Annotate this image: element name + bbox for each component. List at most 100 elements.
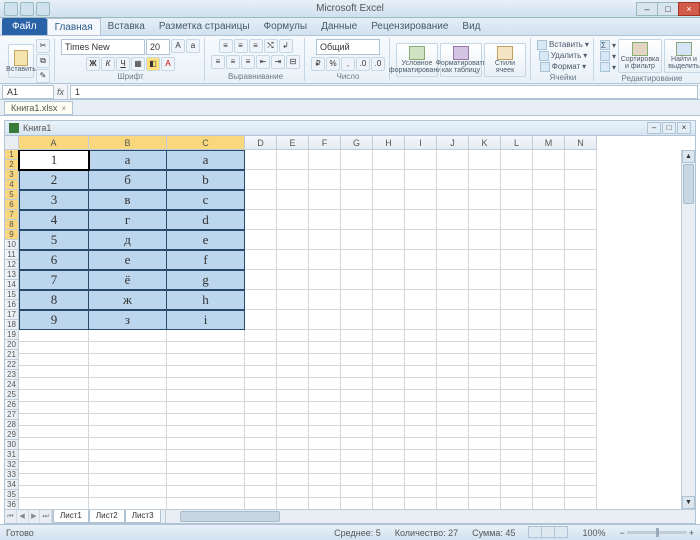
cell-A15[interactable]: [19, 390, 89, 402]
cell-N19[interactable]: [565, 438, 597, 450]
cell-D4[interactable]: [245, 210, 277, 230]
cell-L8[interactable]: [501, 290, 533, 310]
align-left-button[interactable]: ≡: [211, 55, 225, 69]
cell-L14[interactable]: [501, 378, 533, 390]
sheet-prev-button[interactable]: ◀: [17, 510, 29, 523]
autosum-button[interactable]: Σ ▾: [600, 40, 616, 51]
row-header-3[interactable]: 3: [5, 170, 19, 180]
cell-K9[interactable]: [469, 310, 501, 330]
cell-E17[interactable]: [277, 414, 309, 426]
col-header-K[interactable]: K: [469, 136, 501, 150]
cell-N7[interactable]: [565, 270, 597, 290]
cell-B8[interactable]: ж: [89, 290, 167, 310]
cell-A10[interactable]: [19, 330, 89, 342]
cell-L3[interactable]: [501, 190, 533, 210]
row-header-9[interactable]: 9: [5, 230, 19, 240]
cell-A22[interactable]: [19, 474, 89, 486]
cell-M1[interactable]: [533, 150, 565, 170]
close-button[interactable]: ×: [678, 2, 700, 16]
cell-J22[interactable]: [437, 474, 469, 486]
cell-J1[interactable]: [437, 150, 469, 170]
cell-B22[interactable]: [89, 474, 167, 486]
row-header-11[interactable]: 11: [5, 250, 19, 260]
delete-cells-button[interactable]: Удалить ▾: [539, 50, 588, 61]
cell-G1[interactable]: [341, 150, 373, 170]
align-center-button[interactable]: ≡: [226, 55, 240, 69]
cell-I15[interactable]: [405, 390, 437, 402]
cell-J18[interactable]: [437, 426, 469, 438]
cell-E1[interactable]: [277, 150, 309, 170]
cell-D23[interactable]: [245, 486, 277, 498]
cell-I9[interactable]: [405, 310, 437, 330]
cell-E18[interactable]: [277, 426, 309, 438]
qat-redo-icon[interactable]: [36, 2, 50, 16]
cell-C7[interactable]: g: [167, 270, 245, 290]
cell-L24[interactable]: [501, 498, 533, 509]
col-header-A[interactable]: A: [19, 136, 89, 150]
cell-H13[interactable]: [373, 366, 405, 378]
cell-C16[interactable]: [167, 402, 245, 414]
cell-N22[interactable]: [565, 474, 597, 486]
cell-C4[interactable]: d: [167, 210, 245, 230]
cell-L1[interactable]: [501, 150, 533, 170]
cell-J3[interactable]: [437, 190, 469, 210]
cell-J20[interactable]: [437, 450, 469, 462]
cell-I22[interactable]: [405, 474, 437, 486]
cell-F4[interactable]: [309, 210, 341, 230]
cell-D20[interactable]: [245, 450, 277, 462]
cell-I2[interactable]: [405, 170, 437, 190]
cell-N8[interactable]: [565, 290, 597, 310]
cell-G22[interactable]: [341, 474, 373, 486]
cell-I7[interactable]: [405, 270, 437, 290]
cell-L4[interactable]: [501, 210, 533, 230]
row-header-12[interactable]: 12: [5, 260, 19, 270]
cell-D10[interactable]: [245, 330, 277, 342]
ribbon-tab-2[interactable]: Разметка страницы: [152, 18, 257, 35]
ribbon-tab-5[interactable]: Рецензирование: [364, 18, 455, 35]
cell-N23[interactable]: [565, 486, 597, 498]
cell-A19[interactable]: [19, 438, 89, 450]
cell-G16[interactable]: [341, 402, 373, 414]
cell-D24[interactable]: [245, 498, 277, 509]
cell-H19[interactable]: [373, 438, 405, 450]
border-button[interactable]: ▦: [131, 57, 145, 71]
cell-G5[interactable]: [341, 230, 373, 250]
cell-L16[interactable]: [501, 402, 533, 414]
cell-K6[interactable]: [469, 250, 501, 270]
cell-I18[interactable]: [405, 426, 437, 438]
minimize-button[interactable]: –: [636, 2, 658, 16]
cell-E21[interactable]: [277, 462, 309, 474]
cell-N12[interactable]: [565, 354, 597, 366]
cell-K18[interactable]: [469, 426, 501, 438]
hscroll-thumb[interactable]: [180, 511, 280, 522]
cell-E14[interactable]: [277, 378, 309, 390]
insert-cells-button[interactable]: Вставить ▾: [537, 39, 589, 50]
col-header-I[interactable]: I: [405, 136, 437, 150]
cell-K3[interactable]: [469, 190, 501, 210]
cell-A24[interactable]: [19, 498, 89, 509]
row-header-14[interactable]: 14: [5, 280, 19, 290]
cell-H7[interactable]: [373, 270, 405, 290]
cell-H1[interactable]: [373, 150, 405, 170]
cell-J24[interactable]: [437, 498, 469, 509]
cell-F17[interactable]: [309, 414, 341, 426]
cell-I13[interactable]: [405, 366, 437, 378]
sheet-first-button[interactable]: ⏮: [5, 510, 17, 523]
row-header-19[interactable]: 19: [5, 330, 19, 340]
cell-D3[interactable]: [245, 190, 277, 210]
ribbon-tab-4[interactable]: Данные: [314, 18, 364, 35]
find-select-button[interactable]: Найти и выделить: [664, 39, 700, 73]
currency-button[interactable]: ₽: [311, 57, 325, 71]
cell-H18[interactable]: [373, 426, 405, 438]
bold-button[interactable]: Ж: [86, 57, 100, 71]
cell-G19[interactable]: [341, 438, 373, 450]
cell-I17[interactable]: [405, 414, 437, 426]
cell-D7[interactable]: [245, 270, 277, 290]
align-bottom-button[interactable]: ≡: [249, 39, 263, 53]
row-header-15[interactable]: 15: [5, 290, 19, 300]
cell-M8[interactable]: [533, 290, 565, 310]
row-header-10[interactable]: 10: [5, 240, 19, 250]
cell-G4[interactable]: [341, 210, 373, 230]
cell-K24[interactable]: [469, 498, 501, 509]
sheet-tab-0[interactable]: Лист1: [53, 510, 89, 523]
